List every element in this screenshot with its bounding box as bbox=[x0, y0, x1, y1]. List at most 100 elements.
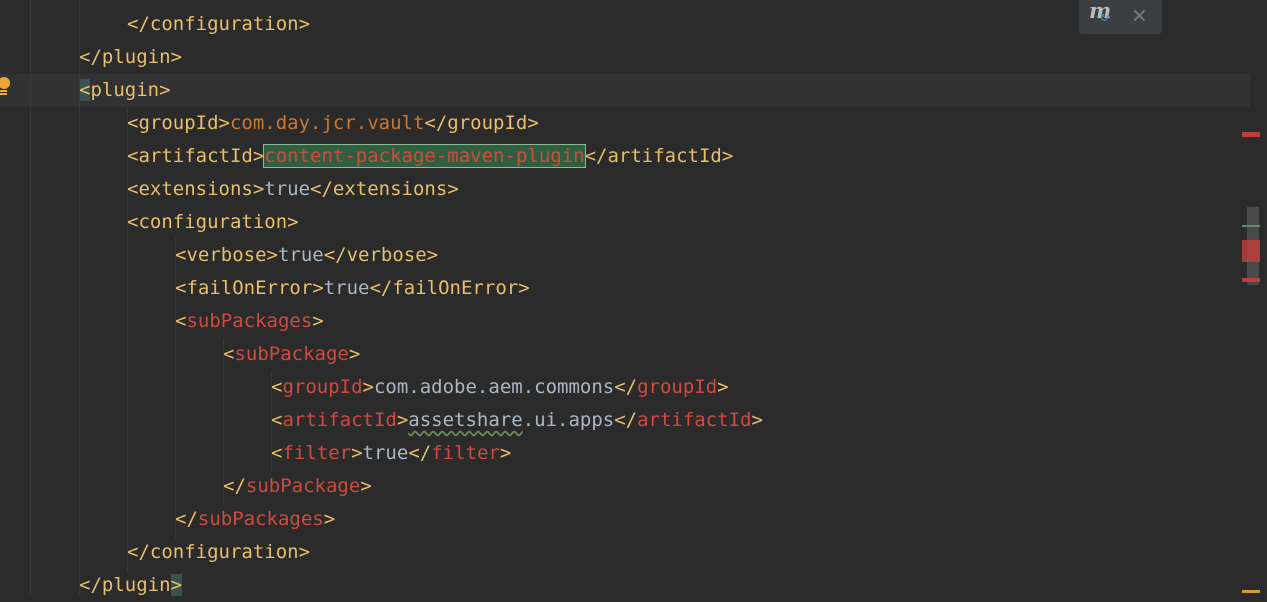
code-token: <failOnError> bbox=[175, 277, 324, 299]
error-mark[interactable] bbox=[1242, 132, 1260, 137]
code-token: > bbox=[348, 343, 361, 365]
indent-guide bbox=[223, 338, 224, 503]
code-line[interactable]: <groupId>com.day.jcr.vault</groupId> bbox=[0, 107, 1250, 140]
indent-guide bbox=[271, 371, 272, 471]
code-line[interactable]: </configuration> bbox=[0, 8, 1250, 41]
code-line[interactable]: </subPackage> bbox=[0, 470, 1250, 503]
code-line[interactable]: <plugin> bbox=[0, 74, 1250, 107]
code-token: > bbox=[312, 310, 324, 332]
code-line[interactable]: <artifactId>content-package-maven-plugin… bbox=[0, 140, 1250, 173]
code-token: > bbox=[499, 442, 512, 464]
code-token: </verbose> bbox=[323, 244, 439, 266]
code-text[interactable]: <verbose>true</verbose> bbox=[175, 239, 438, 272]
code-token: </groupId> bbox=[424, 112, 539, 134]
code-token: </configuration> bbox=[127, 13, 311, 35]
code-token: true bbox=[264, 178, 311, 200]
code-text[interactable]: <artifactId>content-package-maven-plugin… bbox=[127, 140, 733, 173]
code-text[interactable]: </plugin> bbox=[79, 569, 182, 602]
code-token: groupId bbox=[282, 376, 363, 398]
error-stripe[interactable] bbox=[1242, 0, 1267, 595]
code-token: </configuration> bbox=[127, 541, 311, 563]
indent-guide bbox=[30, 0, 31, 595]
code-token: </extensions> bbox=[310, 178, 459, 200]
code-line[interactable]: </subPackages> bbox=[0, 503, 1250, 536]
code-line[interactable]: <subPackages> bbox=[0, 305, 1250, 338]
code-line[interactable]: <configuration> bbox=[0, 206, 1250, 239]
code-token: subPackage bbox=[234, 343, 349, 365]
code-text[interactable]: </subPackages> bbox=[175, 503, 335, 536]
code-token: < bbox=[271, 409, 283, 431]
code-text[interactable]: <failOnError>true</failOnError> bbox=[175, 272, 530, 305]
code-token: > bbox=[751, 409, 763, 431]
code-token: > bbox=[717, 376, 729, 398]
code-token: < bbox=[175, 310, 187, 332]
code-token: subPackages bbox=[186, 310, 313, 332]
code-line[interactable]: <subPackage> bbox=[0, 338, 1250, 371]
code-token: .ui.apps bbox=[522, 409, 615, 431]
code-token: <artifactId> bbox=[127, 145, 265, 167]
warning-mark[interactable] bbox=[1242, 590, 1260, 593]
code-line[interactable]: </plugin> bbox=[0, 41, 1250, 74]
code-token: </ bbox=[223, 475, 246, 497]
intention-bulb-icon[interactable] bbox=[0, 76, 12, 98]
code-text[interactable]: <artifactId>assetshare.ui.apps</artifact… bbox=[271, 404, 763, 437]
code-token: artifactId bbox=[637, 409, 752, 431]
code-line[interactable]: <failOnError>true</failOnError> bbox=[0, 272, 1250, 305]
code-text[interactable]: <plugin> bbox=[79, 74, 171, 107]
code-token: assetshare bbox=[408, 409, 523, 431]
code-line[interactable]: </plugin> bbox=[0, 569, 1250, 602]
code-line[interactable]: <artifactId>assetshare.ui.apps</artifact… bbox=[0, 404, 1250, 437]
code-text[interactable]: <groupId>com.adobe.aem.commons</groupId> bbox=[271, 371, 729, 404]
code-token: <verbose> bbox=[175, 244, 278, 266]
code-text[interactable]: </configuration> bbox=[127, 536, 310, 569]
code-token: > bbox=[323, 508, 336, 530]
error-mark[interactable] bbox=[1242, 225, 1260, 227]
code-token: < bbox=[223, 343, 235, 365]
error-mark[interactable] bbox=[1242, 278, 1260, 282]
code-token: <configuration> bbox=[127, 211, 299, 233]
indent-guide bbox=[175, 238, 176, 538]
code-token: content-package-maven-plugin bbox=[263, 144, 586, 168]
code-token: < bbox=[79, 79, 91, 101]
error-mark[interactable] bbox=[1242, 240, 1260, 262]
code-line[interactable]: <groupId>com.adobe.aem.commons</groupId> bbox=[0, 371, 1250, 404]
code-text[interactable]: <configuration> bbox=[127, 206, 299, 239]
code-token: filter bbox=[282, 442, 352, 464]
code-text[interactable]: <extensions>true</extensions> bbox=[127, 173, 459, 206]
code-token: subPackages bbox=[197, 508, 324, 530]
code-token: plugin> bbox=[90, 79, 171, 101]
code-token: com.day.jcr.vault bbox=[229, 112, 425, 134]
code-text[interactable]: <subPackages> bbox=[175, 305, 324, 338]
code-text[interactable]: <subPackage> bbox=[223, 338, 360, 371]
code-text[interactable]: </configuration> bbox=[127, 8, 310, 41]
code-line[interactable]: <extensions>true</extensions> bbox=[0, 173, 1250, 206]
code-token: < bbox=[271, 376, 283, 398]
code-token: subPackage bbox=[245, 475, 361, 497]
code-token: true bbox=[362, 442, 409, 464]
code-line[interactable]: </configuration> bbox=[0, 536, 1250, 569]
code-token: <extensions> bbox=[127, 178, 265, 200]
code-token: filter bbox=[431, 442, 500, 464]
code-token: </artifactId> bbox=[584, 145, 734, 167]
code-token: > bbox=[360, 475, 372, 497]
code-line[interactable]: <filter>true</filter> bbox=[0, 437, 1250, 470]
code-text[interactable]: <groupId>com.day.jcr.vault</groupId> bbox=[127, 107, 539, 140]
code-token: com.adobe.aem.commons bbox=[373, 376, 615, 398]
code-token: </plugin> bbox=[79, 46, 182, 68]
code-token: > bbox=[351, 442, 363, 464]
code-text[interactable]: </plugin> bbox=[79, 41, 182, 74]
reload-icon[interactable]: ↻ bbox=[1100, 9, 1108, 25]
code-token: true bbox=[277, 244, 324, 266]
code-token: </ bbox=[614, 376, 638, 398]
code-token: > bbox=[362, 376, 374, 398]
code-token: < bbox=[271, 442, 283, 464]
code-token: <groupId> bbox=[127, 112, 230, 134]
code-token: > bbox=[170, 574, 182, 596]
code-text[interactable]: <filter>true</filter> bbox=[271, 437, 511, 470]
code-text[interactable]: </subPackage> bbox=[223, 470, 372, 503]
maven-reload-popup: m ↻ × bbox=[1079, 0, 1162, 34]
code-token: </ bbox=[408, 442, 432, 464]
code-line[interactable]: <verbose>true</verbose> bbox=[0, 239, 1250, 272]
code-token: </failOnError> bbox=[369, 277, 530, 299]
close-icon[interactable]: × bbox=[1131, 3, 1148, 27]
